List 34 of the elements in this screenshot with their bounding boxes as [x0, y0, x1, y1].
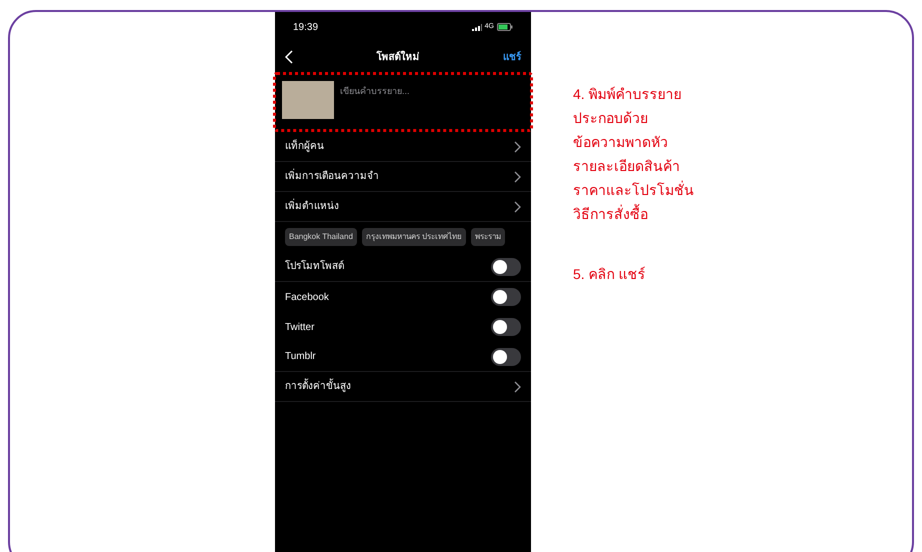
toggle-switch[interactable] [491, 348, 521, 366]
chevron-right-icon [514, 170, 521, 182]
instruction-text: ราคาและโปรโมชั่น [573, 180, 694, 200]
row-label[interactable]: การตั้งค่าขั้นสูง [285, 379, 351, 394]
row-label[interactable]: โปรโมทโพสต์ [285, 259, 344, 274]
caption-input[interactable]: เขียนคำบรรยาย... [340, 85, 510, 98]
status-time: 19:39 [293, 20, 318, 34]
instruction-text: ประกอบด้วย [573, 109, 649, 128]
toggle-switch[interactable] [491, 258, 521, 276]
row-label[interactable]: Tumblr [285, 349, 316, 364]
row-label[interactable]: แท็กผู้คน [285, 139, 324, 154]
location-chip[interactable]: กรุงเทพมหานคร ประเทศไทย [362, 228, 466, 246]
chevron-right-icon [514, 140, 521, 152]
toggle-switch[interactable] [491, 288, 521, 306]
chevron-right-icon [514, 380, 521, 392]
row-label[interactable]: Twitter [285, 320, 314, 334]
photo-placeholder [282, 81, 334, 119]
location-chip[interactable]: พระราม [471, 228, 506, 246]
instruction-text: 5. คลิก แชร์ [573, 265, 646, 284]
nav-title: โพสต์ใหม่ [376, 50, 420, 64]
share-link[interactable]: แชร์ [503, 50, 521, 64]
toggle-switch[interactable] [491, 318, 521, 336]
row-label[interactable]: Facebook [285, 290, 329, 304]
instruction-text: ข้อความพาดหัว [573, 133, 669, 152]
instruction-text: วิธีการสั่งซื้อ [573, 203, 649, 224]
instruction-text: รายละเอียดสินค้า [573, 157, 681, 176]
battery-icon [497, 23, 513, 31]
back-icon[interactable] [285, 50, 293, 64]
signal-icon [472, 24, 482, 30]
row-label[interactable]: เพิ่มการเตือนความจำ [285, 169, 379, 184]
location-chip[interactable]: Bangkok Thailand [285, 228, 357, 246]
row-label[interactable]: เพิ่มตำแหน่ง [285, 199, 339, 214]
chevron-right-icon [514, 200, 521, 212]
instruction-text: 4. พิมพ์คำบรรยาย [573, 85, 683, 104]
